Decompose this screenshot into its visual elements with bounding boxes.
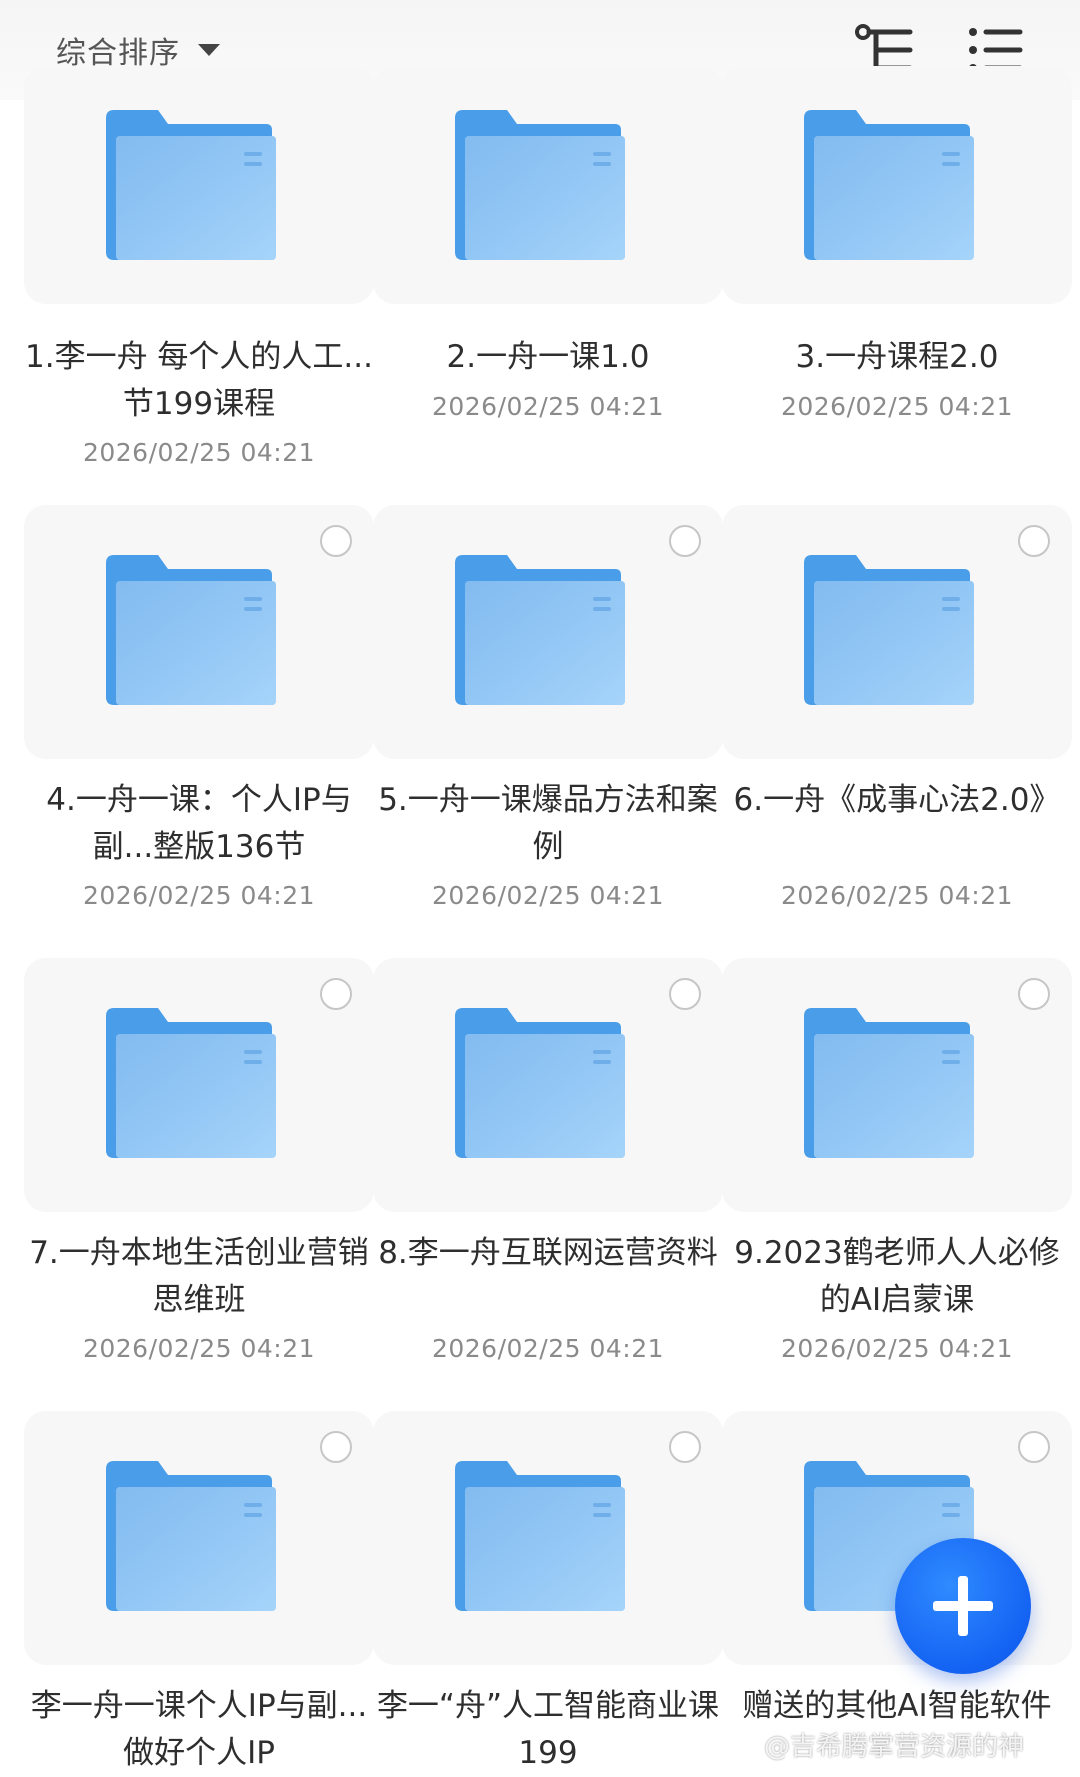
select-checkbox[interactable]	[320, 1431, 352, 1463]
folder-name: 赠送的其他AI智能软件	[742, 1688, 1052, 1724]
folder-icon	[455, 110, 625, 260]
folder-thumbnail[interactable]	[722, 66, 1072, 304]
select-checkbox[interactable]	[669, 978, 701, 1010]
folder-icon	[804, 1008, 974, 1158]
folder-name: 4.一舟一课：个人IP与副...整版136节	[46, 782, 352, 865]
folder-thumbnail[interactable]	[373, 958, 723, 1212]
folder-date: 2026/02/25 04:21	[431, 881, 665, 910]
select-checkbox[interactable]	[320, 525, 352, 557]
select-checkbox[interactable]	[669, 525, 701, 557]
select-checkbox[interactable]	[320, 978, 352, 1010]
folder-name: 3.一舟课程2.0	[795, 339, 999, 375]
folder-icon	[106, 1008, 276, 1158]
folder-date: 2026/02/25 04:21	[780, 1334, 1014, 1363]
folder-date: 2026/02/25 04:21	[431, 1334, 665, 1363]
add-button[interactable]	[895, 1538, 1031, 1674]
folder-name: 9.2023鹤老师人人必修的AI启蒙课	[734, 1235, 1060, 1318]
folder-icon	[804, 110, 974, 260]
folder-icon	[455, 555, 625, 705]
folder-date: 2026/02/25 04:21	[780, 881, 1014, 910]
folder-icon	[106, 1461, 276, 1611]
select-checkbox[interactable]	[1018, 1431, 1050, 1463]
folder-thumbnail[interactable]	[24, 66, 374, 304]
folder-icon	[455, 1461, 625, 1611]
folder-name: 8.李一舟互联网运营资料	[378, 1235, 718, 1271]
folder-thumbnail[interactable]	[24, 1411, 374, 1665]
folder-thumbnail[interactable]	[373, 66, 723, 304]
folder-name: 6.一舟《成事心法2.0》	[733, 782, 1061, 818]
watermark: @吉希腾掌营资源的神	[724, 1724, 1074, 1764]
folder-name: 2.一舟一课1.0	[446, 339, 650, 375]
folder-icon	[106, 110, 276, 260]
folder-grid: 1.李一舟 每个人的人工...节199课程 2026/02/25 04:21 2…	[0, 0, 1080, 1771]
folder-thumbnail[interactable]	[24, 505, 374, 759]
weibo-logo-icon	[724, 1732, 757, 1759]
folder-name: 5.一舟一课爆品方法和案例	[378, 782, 718, 865]
plus-icon-stroke	[958, 1576, 968, 1636]
folder-date: 2026/02/25 04:21	[431, 392, 665, 421]
folder-thumbnail[interactable]	[24, 958, 374, 1212]
folder-icon	[804, 555, 974, 705]
folder-date: 2026/02/25 04:21	[82, 1334, 316, 1363]
folder-icon	[106, 555, 276, 705]
folder-name: 李一“舟”人工智能商业课199	[376, 1688, 720, 1771]
folder-thumbnail[interactable]	[722, 958, 1072, 1212]
folder-date: 2026/02/25 04:21	[82, 438, 316, 467]
select-checkbox[interactable]	[1018, 978, 1050, 1010]
folder-name: 1.李一舟 每个人的人工...节199课程	[25, 339, 373, 422]
folder-thumbnail[interactable]	[722, 505, 1072, 759]
folder-name: 7.一舟本地生活创业营销思维班	[29, 1235, 369, 1318]
folder-thumbnail[interactable]	[373, 1411, 723, 1665]
folder-thumbnail[interactable]	[373, 505, 723, 759]
watermark-text: @吉希腾掌营资源的神	[764, 1731, 1025, 1762]
folder-icon	[455, 1008, 625, 1158]
folder-name: 李一舟一课个人IP与副...做好个人IP	[30, 1688, 368, 1771]
select-checkbox[interactable]	[1018, 525, 1050, 557]
select-checkbox[interactable]	[669, 1431, 701, 1463]
folder-date: 2026/02/25 04:21	[82, 881, 316, 910]
folder-date: 2026/02/25 04:21	[780, 392, 1014, 421]
